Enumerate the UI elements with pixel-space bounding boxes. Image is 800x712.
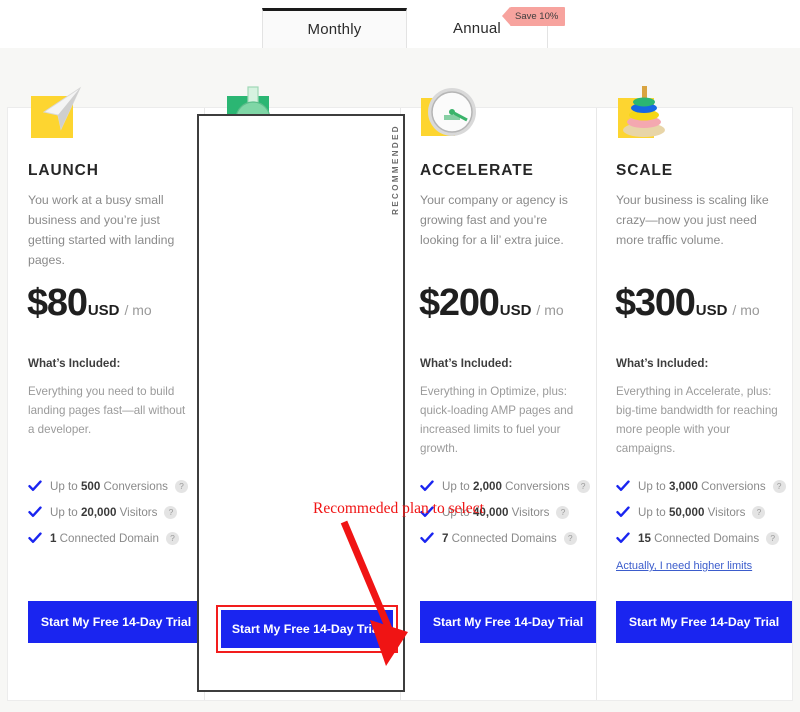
tab-monthly[interactable]: Monthly: [262, 8, 407, 48]
paper-plane-icon: [28, 84, 86, 142]
optimize-cta-button[interactable]: Start My Free 14-Day Trial: [221, 610, 393, 648]
feature-label: Up to 20,000 Visitors: [50, 505, 158, 519]
stacking-rings-icon: [616, 84, 674, 142]
price-currency: USD: [87, 302, 120, 319]
help-tooltip-icon[interactable]: ?: [165, 531, 179, 545]
feature-label: Up to 2,000 Conversions: [442, 479, 570, 493]
checkmark-icon: [616, 531, 630, 545]
price-amount: $80: [27, 282, 88, 324]
billing-period-tabbar: Monthly Annual Save 10%: [0, 0, 800, 49]
cta-highlight-box: Start My Free 14-Day Trial: [216, 605, 398, 653]
plan-description: You work at a busy small business and yo…: [28, 193, 175, 267]
price-currency: USD: [499, 302, 532, 319]
help-tooltip-icon[interactable]: ?: [164, 505, 178, 519]
feature-item: 1 Connected Domain?: [28, 525, 193, 551]
feature-item: 7 Connected Domains?: [420, 525, 585, 551]
feature-item: 15 Connected Domains?: [616, 525, 781, 551]
feature-item: Up to 20,000 Visitors?: [28, 499, 193, 525]
help-tooltip-icon[interactable]: ?: [766, 531, 780, 545]
pricing-card-accelerate: ACCELERATE Your company or agency is grow…: [400, 108, 596, 700]
price-period: / mo: [536, 302, 564, 318]
included-description: Everything in Optimize, plus: quick-load…: [420, 385, 574, 455]
plan-name: ACCELERATE: [420, 162, 534, 179]
price-period: / mo: [732, 302, 760, 318]
plan-name: SCALE: [616, 162, 674, 179]
plan-price: $300 USD / mo: [615, 282, 760, 325]
feature-item: Up to 2,000 Conversions?: [420, 473, 590, 499]
help-tooltip-icon[interactable]: ?: [752, 505, 766, 519]
feature-list: Up to 500 Conversions? Up to 20,000 Visit…: [28, 473, 193, 551]
feature-list: Up to 3,000 Conversions? Up to 50,000 Vis…: [616, 473, 786, 551]
tab-monthly-label: Monthly: [307, 21, 362, 38]
price-amount: $300: [615, 282, 696, 324]
checkmark-icon: [616, 479, 630, 493]
feature-item: Up to 500 Conversions?: [28, 473, 193, 499]
plan-description: Your business is scaling like crazy—now …: [616, 193, 769, 247]
plan-description: Your company or agency is growing fast a…: [420, 193, 568, 247]
tab-annual-label: Annual: [453, 20, 501, 37]
help-tooltip-icon[interactable]: ?: [556, 505, 570, 519]
included-title: What’s Included:: [420, 357, 513, 370]
checkmark-icon: [28, 479, 42, 493]
price-currency: USD: [695, 302, 728, 319]
price-period: / mo: [124, 302, 152, 318]
pricing-card-scale: SCALE Your business is scaling like crazy…: [596, 108, 792, 700]
help-tooltip-icon[interactable]: ?: [576, 479, 590, 493]
included-description: Everything you need to build landing pag…: [28, 385, 186, 436]
checkmark-icon: [616, 505, 630, 519]
plan-name: LAUNCH: [28, 162, 99, 179]
checkmark-icon: [420, 531, 434, 545]
price-amount: $200: [419, 282, 500, 324]
help-tooltip-icon[interactable]: ?: [772, 479, 786, 493]
pricing-plans-section: LAUNCH You work at a busy small business …: [0, 48, 800, 712]
save-badge-label: Save 10%: [515, 11, 559, 22]
included-title: What’s Included:: [28, 357, 121, 370]
feature-label: Up to 50,000 Visitors: [638, 505, 746, 519]
feature-label: 7 Connected Domains: [442, 531, 557, 545]
save-badge: Save 10%: [501, 7, 566, 26]
checkmark-icon: [28, 531, 42, 545]
scale-cta-button[interactable]: Start My Free 14-Day Trial: [616, 601, 792, 643]
pricing-card-launch: LAUNCH You work at a busy small business …: [8, 108, 204, 700]
annotation-text: Recommeded plan to select: [313, 500, 484, 517]
launch-cta-button[interactable]: Start My Free 14-Day Trial: [28, 601, 204, 643]
speedometer-icon: [420, 84, 478, 142]
checkmark-icon: [420, 479, 434, 493]
feature-label: 1 Connected Domain: [50, 531, 159, 545]
help-tooltip-icon[interactable]: ?: [563, 531, 577, 545]
included-description: Everything in Accelerate, plus: big-time…: [616, 385, 778, 455]
recommended-badge: RECOMMENDED: [391, 124, 400, 215]
feature-label: 15 Connected Domains: [638, 531, 760, 545]
feature-label: Up to 500 Conversions: [50, 479, 168, 493]
plan-price: $200 USD / mo: [419, 282, 564, 325]
accelerate-cta-button[interactable]: Start My Free 14-Day Trial: [420, 601, 596, 643]
checkmark-icon: [28, 505, 42, 519]
higher-limits-link[interactable]: Actually, I need higher limits: [616, 560, 752, 572]
feature-item: Up to 3,000 Conversions?: [616, 473, 786, 499]
feature-label: Up to 3,000 Conversions: [638, 479, 766, 493]
feature-item: Up to 50,000 Visitors?: [616, 499, 781, 525]
included-title: What’s Included:: [616, 357, 709, 370]
plan-price: $80 USD / mo: [27, 282, 152, 325]
help-tooltip-icon[interactable]: ?: [174, 479, 188, 493]
